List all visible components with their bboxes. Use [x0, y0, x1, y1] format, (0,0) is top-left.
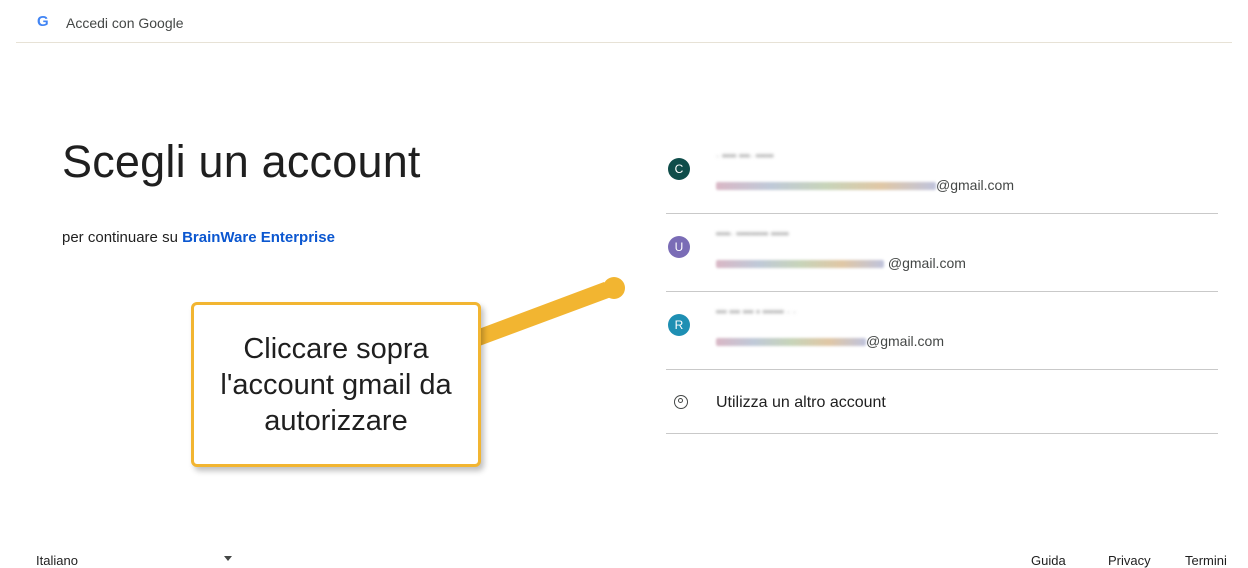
account-name-blurred: ▪▪▪ ▪▪▪ ▪▪▪ ▪ ▪▪▪▪▪▪ · ·: [716, 307, 797, 318]
google-logo-icon: G: [37, 13, 49, 30]
email-suffix: @gmail.com: [887, 255, 966, 271]
header-divider: [16, 42, 1232, 43]
account-name-blurred: · ▪▪▪▪ ▪▪▪· ▪▪▪▪▪: [716, 151, 774, 162]
avatar: R: [668, 314, 690, 336]
footer: Italiano Guida Privacy Termini: [0, 540, 1248, 568]
page-title: Scegli un account: [62, 136, 421, 187]
account-circle-icon: [674, 395, 688, 409]
callout-text: Cliccare sopra l'account gmail da autori…: [220, 332, 452, 437]
app-name-link[interactable]: BrainWare Enterprise: [182, 229, 335, 246]
avatar: U: [668, 236, 690, 258]
account-name-blurred: ▪▪▪▪· ▪▪▪▪▪▪▪▪▪ ▪▪▪▪▪: [716, 229, 789, 240]
email-suffix: @gmail.com: [936, 177, 1015, 193]
account-email: @gmail.com: [716, 333, 944, 349]
use-another-account-label: Utilizza un altro account: [716, 394, 886, 411]
chevron-down-icon[interactable]: [224, 556, 232, 561]
account-item[interactable]: C · ▪▪▪▪ ▪▪▪· ▪▪▪▪▪ @gmail.com: [666, 136, 1218, 214]
account-email: @gmail.com: [716, 255, 966, 271]
email-suffix: @gmail.com: [866, 333, 945, 349]
header-title: Accedi con Google: [66, 15, 184, 31]
account-email: @gmail.com: [716, 177, 1014, 193]
account-list: C · ▪▪▪▪ ▪▪▪· ▪▪▪▪▪ @gmail.com U ▪▪▪▪· ▪…: [666, 136, 1218, 434]
account-item[interactable]: R ▪▪▪ ▪▪▪ ▪▪▪ ▪ ▪▪▪▪▪▪ · · @gmail.com: [666, 292, 1218, 370]
top-bar: G Accedi con Google: [0, 0, 1248, 44]
callout-box: Cliccare sopra l'account gmail da autori…: [191, 302, 481, 467]
subtitle-text: per continuare su: [62, 229, 183, 246]
use-another-account-button[interactable]: Utilizza un altro account: [666, 370, 1218, 434]
page-subtitle: per continuare su BrainWare Enterprise: [62, 229, 335, 246]
account-item[interactable]: U ▪▪▪▪· ▪▪▪▪▪▪▪▪▪ ▪▪▪▪▪ @gmail.com: [666, 214, 1218, 292]
avatar: C: [668, 158, 690, 180]
